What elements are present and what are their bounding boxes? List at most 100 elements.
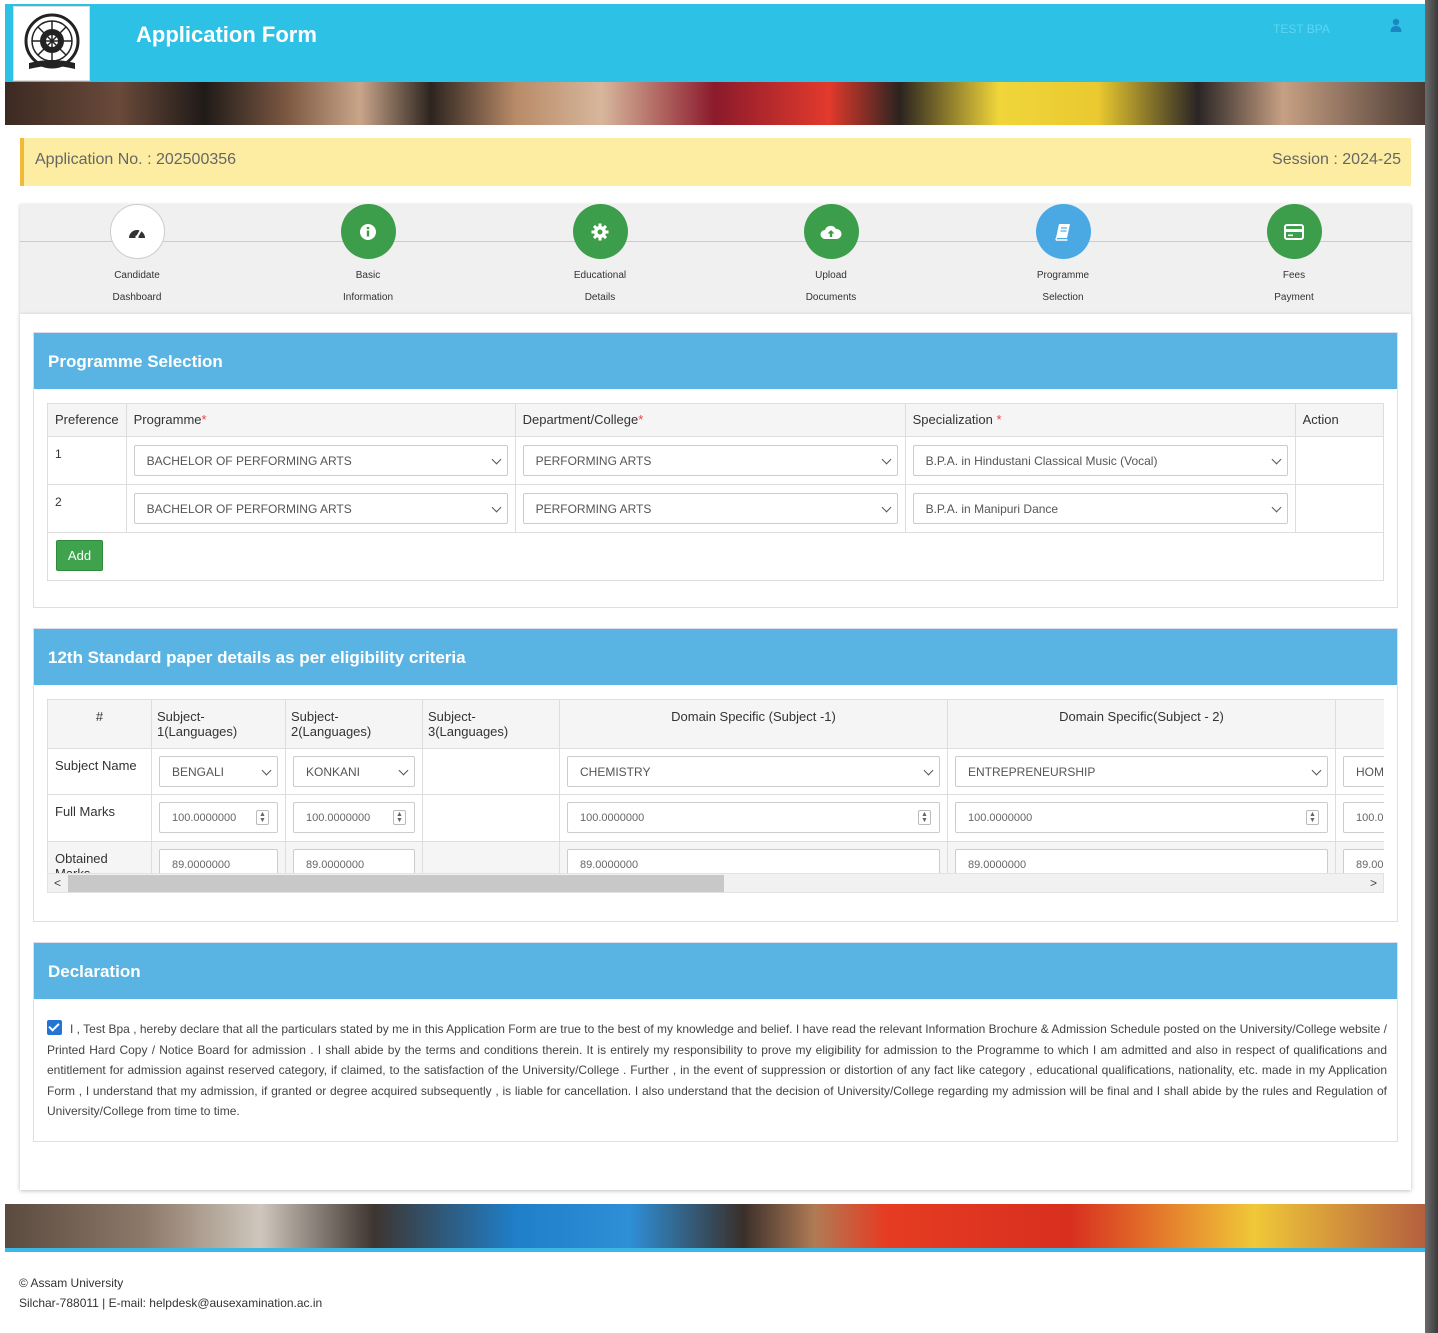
twelfth-details-panel: 12th Standard paper details as per eligi… [33, 628, 1398, 922]
col-specialization: Specialization * [904, 403, 1296, 437]
domain-2-select[interactable]: ENTREPRENEURSHIP [955, 756, 1328, 787]
user-icon[interactable] [1390, 18, 1402, 32]
input-value: 89.0000000 [306, 859, 365, 871]
full-marks-input-domain-2[interactable]: 100.0000000 ▲ ▼ [955, 802, 1328, 833]
footer-contact: Silchar-788011 | E-mail: helpdesk@ausexa… [19, 1296, 323, 1310]
step-label-line1: Upload [815, 270, 847, 281]
declaration-checkbox[interactable] [47, 1020, 62, 1035]
chevron-down-icon [491, 502, 502, 513]
step-fees-payment[interactable]: Fees Payment [1244, 204, 1344, 309]
action-cell [1294, 484, 1385, 533]
page: Application Form TEST BPA Application No… [0, 0, 1438, 1333]
full-marks-input-1[interactable]: 100.0000000 ▲ ▼ [159, 802, 278, 833]
step-programme-selection[interactable]: Programme Selection [1013, 204, 1113, 309]
step-educational-details[interactable]: Educational Details [550, 204, 650, 309]
footer-copyright: © Assam University [19, 1276, 124, 1290]
panel-heading: Declaration [34, 943, 1397, 999]
col-index: # [47, 699, 152, 749]
step-label-line2: Selection [1042, 292, 1084, 303]
programme-select[interactable]: BACHELOR OF PERFORMING ARTS [133, 445, 508, 476]
chevron-down-icon [1271, 502, 1282, 513]
spinner-icon[interactable]: ▲ ▼ [256, 810, 269, 825]
selected-value: ENTREPRENEURSHIP [968, 765, 1096, 779]
scrollbar-thumb[interactable] [68, 875, 724, 892]
chevron-down-icon [881, 454, 892, 465]
info-icon [340, 204, 396, 259]
col-domain-2: Domain Specific(Subject - 2) [947, 699, 1336, 749]
required-mark: * [638, 412, 644, 427]
selected-value: B.P.A. in Hindustani Classical Music (Vo… [925, 454, 1158, 468]
domain-1-select[interactable]: CHEMISTRY [567, 756, 940, 787]
spinner-icon[interactable]: ▲ ▼ [918, 810, 931, 825]
step-candidate-dashboard[interactable]: Candidate Dashboard [87, 204, 187, 309]
department-select[interactable]: PERFORMING ARTS [522, 445, 898, 476]
specialization-select[interactable]: B.P.A. in Hindustani Classical Music (Vo… [912, 445, 1288, 476]
selected-value: HOM [1356, 765, 1384, 779]
step-label-line2: Documents [805, 292, 857, 303]
input-value: 89.0000000 [172, 859, 231, 871]
department-select[interactable]: PERFORMING ARTS [522, 493, 898, 524]
table-scroll-container: # Subject-1(Languages) Subject-2(Languag… [47, 699, 1384, 893]
programme-table: Preference Programme* Department/College… [47, 403, 1385, 581]
step-label-line2: Dashboard [112, 292, 162, 303]
full-marks-input-domain-3[interactable]: 100.0 [1343, 802, 1384, 833]
step-label-line2: Information [342, 292, 394, 303]
declaration-panel: Declaration I , Test Bpa , hereby declar… [33, 942, 1398, 1142]
col-action: Action [1294, 403, 1385, 437]
full-marks-input-2[interactable]: 100.0000000 ▲ ▼ [293, 802, 415, 833]
col-preference: Preference [47, 403, 127, 437]
step-basic-information[interactable]: Basic Information [318, 204, 418, 309]
col-domain-3 [1335, 699, 1384, 749]
input-value: 89.0000000 [968, 859, 1027, 871]
action-cell [1294, 436, 1385, 485]
spinner-icon[interactable]: ▲ ▼ [393, 810, 406, 825]
book-icon [1035, 204, 1091, 259]
user-name[interactable]: TEST BPA [1273, 22, 1330, 36]
horizontal-scrollbar[interactable]: < > [47, 873, 1384, 893]
declaration-text: I , Test Bpa , hereby declare that all t… [47, 1022, 1387, 1119]
full-marks-input-domain-1[interactable]: 100.0000000 ▲ ▼ [567, 802, 940, 833]
subject-2-select[interactable]: KONKANI [293, 756, 415, 787]
wizard-line [20, 241, 1411, 242]
spinner-icon[interactable]: ▲ ▼ [1306, 810, 1319, 825]
col-subject-3: Subject-3(Languages) [422, 699, 560, 749]
required-mark: * [996, 412, 1002, 427]
specialization-select[interactable]: B.P.A. in Manipuri Dance [912, 493, 1288, 524]
row-label-subject: Subject Name [47, 748, 152, 795]
add-button[interactable]: Add [56, 540, 103, 571]
scroll-left-icon[interactable]: < [54, 876, 61, 890]
table-row: Full Marks 100.0000000 ▲ ▼ 100.0000000 ▲ ▼ 1… [47, 794, 1384, 842]
step-label-line2: Details [584, 292, 616, 303]
required-mark: * [201, 412, 207, 427]
panel-heading: 12th Standard paper details as per eligi… [34, 629, 1397, 685]
selected-value: CHEMISTRY [580, 765, 651, 779]
students-banner-image [5, 1204, 1425, 1249]
input-value: 100.0000000 [580, 812, 645, 824]
step-label-line1: Programme [1036, 270, 1090, 281]
input-value: 89.0000000 [580, 859, 639, 871]
programme-selection-panel: Programme Selection Preference Programme… [33, 332, 1398, 608]
dashboard-icon [109, 204, 165, 259]
marks-table: # Subject-1(Languages) Subject-2(Languag… [47, 699, 1384, 891]
panel-heading: Programme Selection [34, 333, 1397, 389]
selected-value: PERFORMING ARTS [535, 454, 652, 468]
input-value: 89.00 [1356, 859, 1384, 871]
preference-cell: 1 [47, 436, 127, 485]
scroll-right-icon[interactable]: > [1370, 876, 1377, 890]
col-domain-1: Domain Specific (Subject -1) [559, 699, 948, 749]
chevron-down-icon [261, 765, 272, 776]
programme-select[interactable]: BACHELOR OF PERFORMING ARTS [133, 493, 508, 524]
domain-3-select[interactable]: HOM [1343, 756, 1384, 787]
col-department-label: Department/College [522, 412, 639, 427]
selected-value: BACHELOR OF PERFORMING ARTS [146, 454, 352, 468]
page-edge [1425, 0, 1438, 1333]
col-specialization-label: Specialization [912, 412, 993, 427]
step-label-line1: Educational [573, 270, 627, 281]
col-department: Department/College* [514, 403, 906, 437]
step-upload-documents[interactable]: Upload Documents [781, 204, 881, 309]
input-value: 100.0000000 [172, 812, 237, 824]
step-label-line2: Payment [1274, 292, 1314, 303]
selected-value: BENGALI [172, 765, 225, 779]
chevron-down-icon [881, 502, 892, 513]
subject-1-select[interactable]: BENGALI [159, 756, 278, 787]
